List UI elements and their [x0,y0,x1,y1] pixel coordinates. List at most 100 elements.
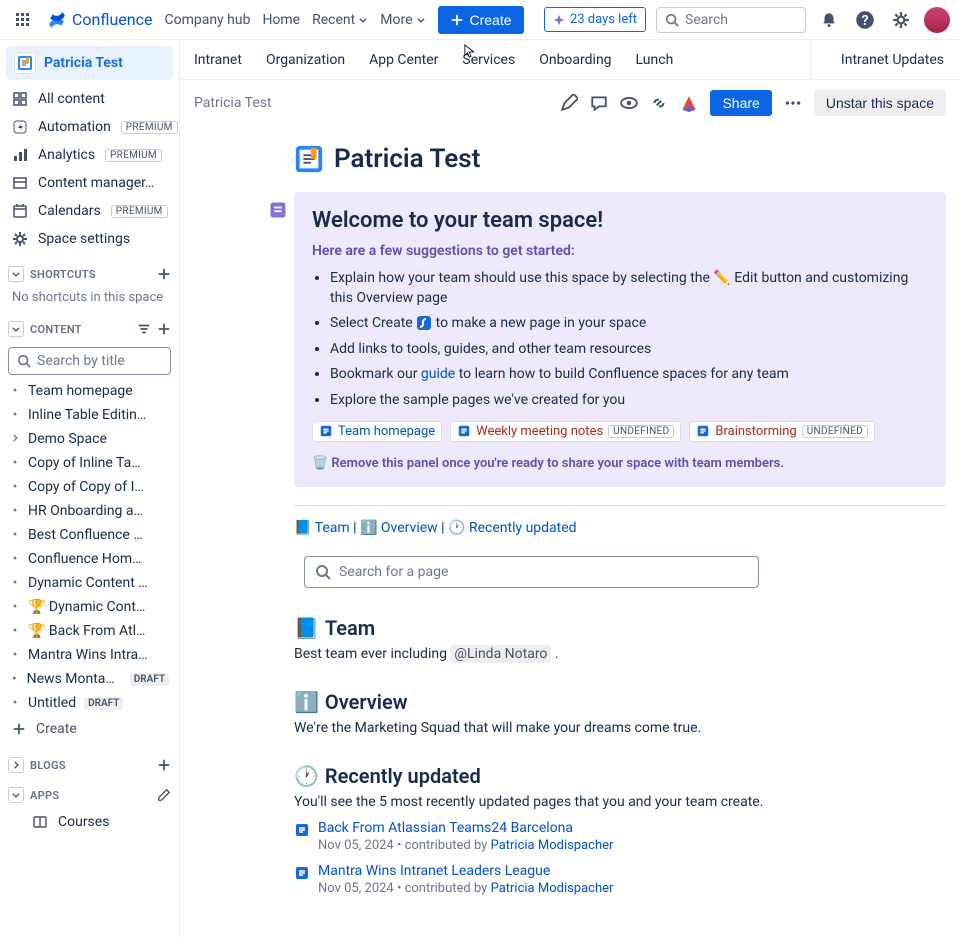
app-switcher-icon[interactable] [10,7,36,33]
section-overview-heading: ℹ️ Overview [294,690,946,714]
tree-item[interactable]: •News Montag, 1… DRAFT [6,667,173,691]
tree-item[interactable]: •Inline Table Editing Exa… [6,403,173,427]
product-name: Confluence [72,10,152,29]
tree-item[interactable]: •HR Onboarding and Trai… [6,499,173,523]
page-actions: Share Unstar this space [560,90,946,116]
secnav-app-center[interactable]: App Center [369,52,438,68]
sidebar-item-content-manager[interactable]: Content manager… [6,170,173,196]
pencil-icon[interactable] [157,788,171,802]
chip-weekly-notes[interactable]: Weekly meeting notesUNDEFINED [450,421,681,442]
recent-item-title[interactable]: Back From Atlassian Teams24 Barcelona [318,820,573,836]
notifications-icon[interactable] [816,7,842,33]
page-title-row: Patricia Test [294,144,946,174]
filter-icon[interactable] [137,322,151,336]
watch-icon[interactable] [620,94,638,112]
tree-item[interactable]: •Best Confluence Backgr… [6,523,173,547]
nav-more[interactable]: More [380,12,425,28]
nav-company-hub[interactable]: Company hub [164,12,250,28]
topbar: Confluence Company hub Home Recent More … [0,0,960,40]
tree-item[interactable]: •Copy of Copy of Inline T… [6,475,173,499]
collapse-toggle[interactable] [8,321,24,337]
secnav-intranet[interactable]: Intranet [194,52,242,68]
trial-days-text: 23 days left [570,12,637,27]
topbar-right: 23 days left Search [544,7,950,33]
sidebar-item-all-content[interactable]: All content [6,86,173,112]
sidebar-item-space-settings[interactable]: Space settings [6,226,173,252]
quicklink-team[interactable]: Team [315,520,350,536]
chevron-down-icon [358,15,368,25]
panel-bullet: Bookmark our guide to learn how to build… [330,365,928,385]
plus-icon[interactable] [157,267,171,281]
space-icon [14,52,36,74]
collapse-toggle[interactable] [8,787,24,803]
sidebar-item-courses[interactable]: Courses [6,809,173,835]
section-recent-text: You'll see the 5 most recently updated p… [294,794,946,810]
secnav-onboarding[interactable]: Onboarding [539,52,611,68]
quicklink-overview[interactable]: Overview [381,520,438,536]
bullet-icon: • [10,551,20,567]
chip-brainstorming[interactable]: BrainstormingUNDEFINED [689,421,875,442]
content-manager-icon [12,175,28,191]
secnav-intranet-updates[interactable]: Intranet Updates [810,40,960,79]
tree-item[interactable]: •🏆 Back From Atlassian… [6,619,173,643]
collapse-toggle[interactable] [8,757,24,773]
nav-recent[interactable]: Recent [312,12,368,28]
guide-link[interactable]: guide [421,366,455,382]
plus-icon[interactable] [157,322,171,336]
chip-team-homepage[interactable]: Team homepage [312,421,442,442]
tree-item[interactable]: •🏆 Dynamic Content in … [6,595,173,619]
search-icon [17,354,31,368]
content-search[interactable]: Search by title [8,347,171,375]
tree-item-label: Copy of Inline Table Edit… [28,455,148,471]
settings-icon[interactable] [888,7,914,33]
sidebar-item-analytics[interactable]: AnalyticsPREMIUM [6,142,173,168]
chevron-right-icon[interactable] [10,433,20,446]
sidebar-main-list: All content AutomationPREMIUM AnalyticsP… [6,86,173,252]
tree-item[interactable]: •Mantra Wins Intranet Le… [6,643,173,667]
more-actions-icon[interactable] [784,94,802,112]
recent-item-author[interactable]: Patricia Modispacher [491,881,614,896]
tree-item-label: HR Onboarding and Trai… [28,503,148,519]
help-icon[interactable] [852,7,878,33]
unstar-button[interactable]: Unstar this space [814,90,946,116]
create-button[interactable]: Create [438,6,524,34]
undefined-badge: UNDEFINED [608,425,674,438]
recent-item-author[interactable]: Patricia Modispacher [491,838,614,853]
user-mention[interactable]: @Linda Notaro [450,645,551,663]
trial-days-pill[interactable]: 23 days left [544,7,646,32]
karma-icon[interactable] [680,94,698,112]
tree-item[interactable]: •Confluence Home Page … [6,547,173,571]
comment-icon[interactable] [590,94,608,112]
recent-item-title[interactable]: Mantra Wins Intranet Leaders League [318,863,550,879]
sidebar-section-blogs: BLOGS [6,751,173,779]
sidebar: Patricia Test All content AutomationPREM… [0,40,180,937]
edit-icon[interactable] [560,94,578,112]
sidebar-create[interactable]: Create [6,715,173,743]
secnav-lunch[interactable]: Lunch [636,52,674,68]
plus-icon[interactable] [157,758,171,772]
quicklink-recent[interactable]: Recently updated [469,520,577,536]
panel-bullet: Explain how your team should use this sp… [330,269,928,308]
search-icon [315,564,331,580]
user-avatar[interactable] [924,7,950,33]
bullet-icon: • [10,671,19,687]
secnav-services[interactable]: Services [462,52,515,68]
space-header[interactable]: Patricia Test [6,46,173,80]
tree-item[interactable]: •Untitled DRAFT [6,691,173,715]
tree-item[interactable]: •Copy of Inline Table Edit… [6,451,173,475]
collapse-toggle[interactable] [8,266,24,282]
tree-item[interactable]: Demo Space [6,427,173,451]
nav-home[interactable]: Home [262,12,300,28]
tree-item[interactable]: •Team homepage [6,379,173,403]
doc-icon [294,865,310,881]
tree-item[interactable]: •Dynamic Content Updat… [6,571,173,595]
link-icon[interactable] [650,94,668,112]
global-search[interactable]: Search [656,7,806,33]
confluence-logo[interactable]: Confluence [48,10,152,29]
secnav-organization[interactable]: Organization [266,52,345,68]
sidebar-item-calendars[interactable]: CalendarsPREMIUM [6,198,173,224]
page-search[interactable]: Search for a page [304,556,759,588]
share-button[interactable]: Share [710,90,771,116]
breadcrumb[interactable]: Patricia Test [194,95,272,111]
sidebar-item-automation[interactable]: AutomationPREMIUM [6,114,173,140]
